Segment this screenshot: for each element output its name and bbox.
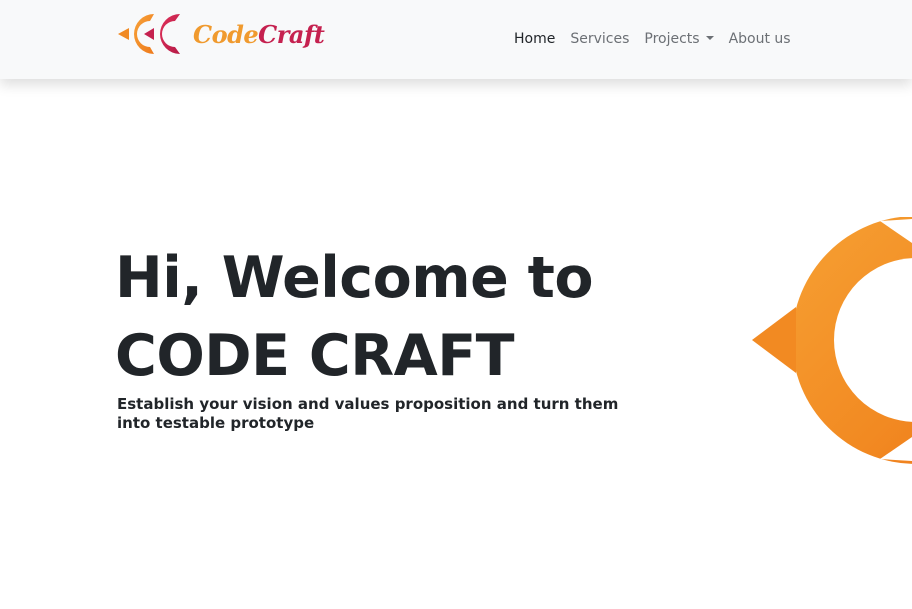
caret-down-icon	[705, 36, 714, 40]
brand-name: CodeCraft	[193, 20, 325, 49]
brand-name-part2: Craft	[258, 20, 325, 49]
hero-title-line2: CODE CRAFT	[115, 323, 515, 389]
hero-subtitle: Establish your vision and values proposi…	[117, 395, 619, 432]
top-navbar: CodeCraft Home Services Projects About u…	[0, 0, 912, 79]
nav-projects-label: Projects	[644, 31, 700, 47]
nav-home[interactable]: Home	[514, 29, 555, 49]
hero-title: Hi, Welcome to CODE CRAFT	[115, 239, 594, 395]
cc-logo-art	[752, 217, 912, 464]
nav-about-us[interactable]: About us	[729, 29, 791, 49]
main-nav: Home Services Projects About us	[514, 29, 791, 49]
hero-title-line1: Hi, Welcome to	[115, 245, 594, 311]
hero-section: Hi, Welcome to CODE CRAFT Establish your…	[0, 79, 912, 609]
brand-logo-link[interactable]: CodeCraft	[116, 6, 325, 62]
cc-logo-icon	[118, 14, 180, 54]
brand-name-part1: Code	[193, 20, 259, 49]
nav-services[interactable]: Services	[570, 29, 629, 49]
nav-projects-dropdown[interactable]: Projects	[644, 29, 714, 49]
